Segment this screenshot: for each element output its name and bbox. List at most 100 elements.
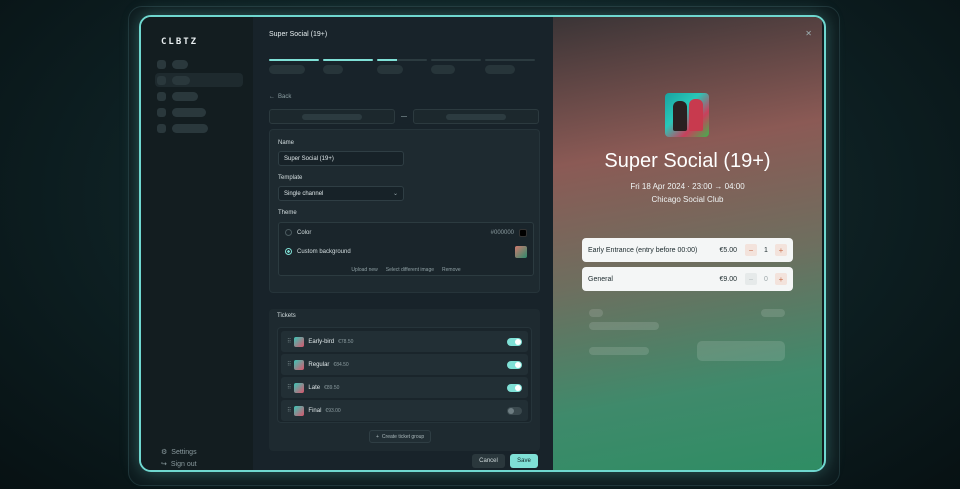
ticket-thumbnail <box>294 405 305 416</box>
theme-custom-option[interactable]: Custom background <box>279 242 533 261</box>
ticket-price: €84.50 <box>333 361 349 368</box>
ticket-price: €78.50 <box>338 338 354 345</box>
name-input[interactable]: Super Social (19+) <box>278 151 404 166</box>
sign-out-label: Sign out <box>170 460 197 468</box>
upload-new-link[interactable]: Upload new <box>351 267 377 273</box>
step-bar <box>377 59 427 61</box>
end-date-field[interactable] <box>413 109 539 124</box>
ticket-row[interactable]: ⠿ Final €93.00 <box>281 400 528 421</box>
minus-button[interactable]: − <box>745 273 757 285</box>
save-button[interactable]: Save <box>510 454 538 468</box>
ticket-row[interactable]: ⠿ Late €89.50 <box>281 377 528 398</box>
minus-button[interactable]: − <box>745 244 757 256</box>
template-label: Template <box>278 175 303 181</box>
nav-icon <box>157 76 166 85</box>
sidebar-item-3[interactable] <box>157 91 198 102</box>
background-thumbnail <box>515 245 527 258</box>
create-group-label: Create ticket group <box>381 433 425 440</box>
back-link[interactable]: ← Back <box>269 94 291 100</box>
color-swatch[interactable] <box>519 228 527 237</box>
ticket-name: Late <box>308 384 321 391</box>
step-1[interactable] <box>269 59 319 74</box>
page-title: Super Social (19+) <box>269 31 328 38</box>
drag-handle-icon[interactable]: ⠿ <box>287 338 292 345</box>
step-label-placeholder <box>269 65 305 74</box>
step-label-placeholder <box>377 65 403 74</box>
theme-color-label: Color <box>297 229 312 236</box>
app-logo: CLBTZ <box>161 37 199 47</box>
plus-button[interactable]: + <box>775 273 787 285</box>
ticket-toggle[interactable] <box>507 383 522 392</box>
ticket-price: €89.50 <box>324 384 340 391</box>
nav-icon <box>157 124 166 133</box>
back-label: Back <box>278 94 292 100</box>
step-label-placeholder <box>323 65 343 74</box>
ticket-row[interactable]: ⠿ Regular €84.50 <box>281 354 528 375</box>
sidebar-item-2[interactable] <box>157 75 190 86</box>
create-ticket-group-button[interactable]: + Create ticket group <box>369 430 432 443</box>
step-3[interactable] <box>377 59 427 74</box>
ticket-list: ⠿ Early-bird €78.50 ⠿ Regular €84.50 ⠿ Late €8… <box>277 327 532 423</box>
ticket-row[interactable]: ⠿ Early-bird €78.50 <box>281 331 528 352</box>
ticket-thumbnail <box>294 382 305 393</box>
drag-handle-icon[interactable]: ⠿ <box>287 384 292 391</box>
step-bar <box>269 59 319 61</box>
sidebar-settings[interactable]: ⚙ Settings <box>161 448 197 457</box>
ticket-toggle[interactable] <box>507 406 522 415</box>
template-select[interactable]: Single channel ⌄ <box>278 186 404 201</box>
sign-out-icon: ↪ <box>161 461 167 468</box>
sidebar-item-4[interactable] <box>157 107 206 118</box>
ticket-thumbnail <box>294 336 305 347</box>
radio-color[interactable] <box>285 229 292 236</box>
remove-link[interactable]: Remove <box>442 267 461 273</box>
date-placeholder <box>446 113 506 120</box>
plus-icon: + <box>376 433 379 440</box>
ticket-thumbnail <box>294 359 305 370</box>
drag-handle-icon[interactable]: ⠿ <box>287 407 292 414</box>
step-bar <box>431 59 481 61</box>
preview-venue: Chicago Social Club <box>651 195 724 204</box>
nav-label-placeholder <box>172 92 198 101</box>
nav-icon <box>157 92 166 101</box>
plus-button[interactable]: + <box>775 244 787 256</box>
step-bar <box>323 59 373 61</box>
preview-ticket-card: Early Entrance (entry before 00:00) €5.0… <box>582 238 793 262</box>
theme-color-option[interactable]: Color #000000 <box>279 223 533 242</box>
sidebar: CLBTZ ⚙ Settings ↪ Sign out <box>141 17 253 470</box>
nav-icon <box>157 60 166 69</box>
step-5[interactable] <box>485 59 535 74</box>
step-2[interactable] <box>323 59 373 74</box>
placeholder-button <box>697 341 785 361</box>
arrow-left-icon: ← <box>269 94 275 100</box>
ticket-name: Early-bird <box>308 338 335 345</box>
sidebar-item-5[interactable] <box>157 123 208 134</box>
nav-icon <box>157 108 166 117</box>
date-range <box>269 109 539 124</box>
ticket-toggle[interactable] <box>507 337 522 346</box>
drag-handle-icon[interactable]: ⠿ <box>287 361 292 368</box>
quantity-stepper: − 0 + <box>745 273 787 285</box>
sidebar-item-1[interactable] <box>157 59 188 70</box>
radio-custom-background[interactable] <box>285 248 292 255</box>
cancel-button[interactable]: Cancel <box>472 454 505 468</box>
event-settings-card: Name Super Social (19+) Template Single … <box>269 129 540 293</box>
close-icon[interactable]: ✕ <box>805 29 812 38</box>
color-hex-value: #000000 <box>490 229 514 236</box>
select-image-link[interactable]: Select different image <box>386 267 434 273</box>
step-4[interactable] <box>431 59 481 74</box>
ticket-name: Final <box>308 407 322 414</box>
ticket-price: €93.00 <box>325 407 341 414</box>
ticket-name: Regular <box>308 361 330 368</box>
start-date-field[interactable] <box>269 109 395 124</box>
quantity-value: 0 <box>764 275 768 283</box>
step-bar <box>485 59 535 61</box>
tickets-label: Tickets <box>277 313 296 319</box>
placeholder-block <box>589 309 603 317</box>
ticket-toggle[interactable] <box>507 360 522 369</box>
app-window: CLBTZ ⚙ Settings ↪ Sign out Super Social (… <box>139 15 826 472</box>
nav-label-placeholder <box>172 60 188 69</box>
sidebar-sign-out[interactable]: ↪ Sign out <box>161 460 197 469</box>
tickets-section: Tickets ⠿ Early-bird €78.50 ⠿ Regular €84.50… <box>269 309 540 451</box>
nav-label-placeholder <box>172 108 206 117</box>
placeholder-block <box>589 347 649 355</box>
